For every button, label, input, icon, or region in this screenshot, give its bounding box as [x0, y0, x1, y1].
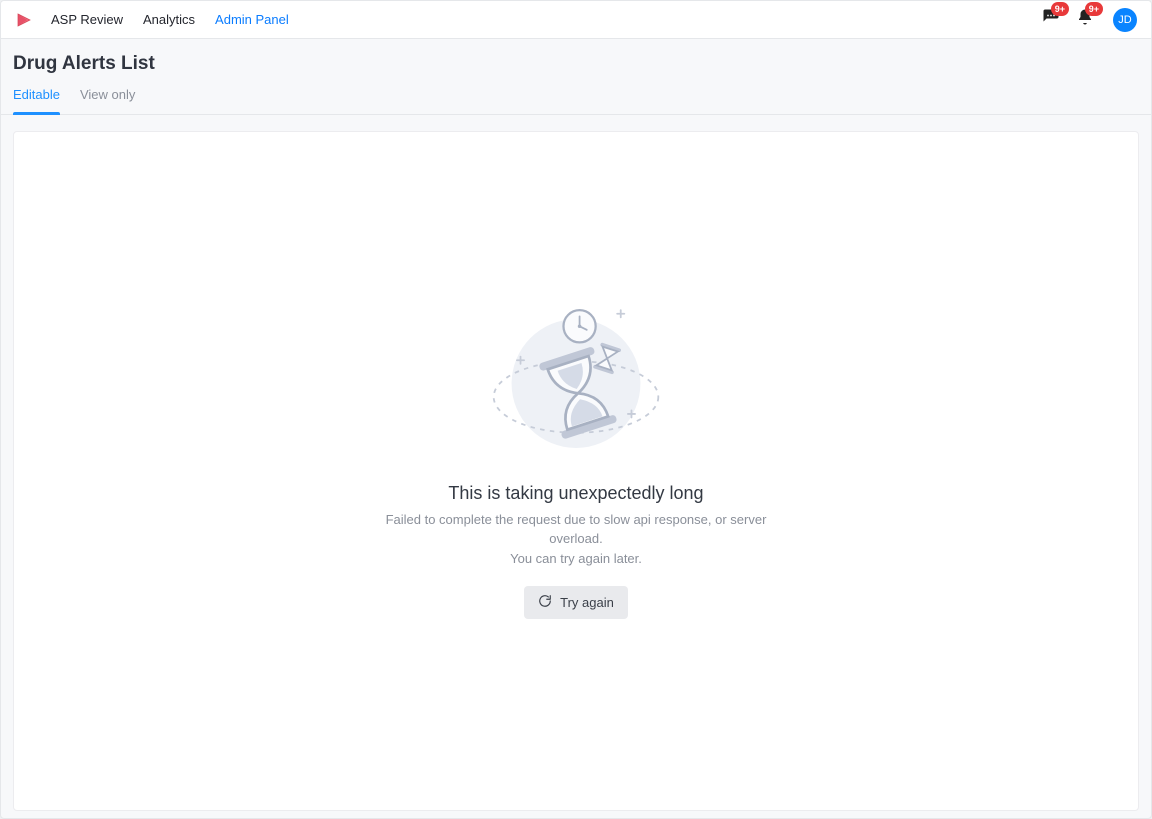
app-logo-icon — [15, 11, 33, 29]
avatar[interactable]: JD — [1113, 8, 1137, 32]
page-header: Drug Alerts List Editable View only — [1, 39, 1151, 115]
app-frame: ASP Review Analytics Admin Panel 9+ 9+ J… — [0, 0, 1152, 819]
error-subtitle: Failed to complete the request due to sl… — [366, 510, 786, 569]
nav-asp-review[interactable]: ASP Review — [51, 12, 123, 27]
messages-button[interactable]: 9+ — [1037, 6, 1065, 34]
try-again-button[interactable]: Try again — [524, 586, 628, 619]
messages-badge: 9+ — [1051, 2, 1069, 16]
tabs: Editable View only — [13, 87, 1139, 114]
error-title: This is taking unexpectedly long — [366, 483, 786, 504]
nav-admin-panel[interactable]: Admin Panel — [215, 12, 289, 27]
top-nav: ASP Review Analytics Admin Panel 9+ 9+ J… — [1, 1, 1151, 39]
notifications-badge: 9+ — [1085, 2, 1103, 16]
notifications-button[interactable]: 9+ — [1071, 6, 1099, 34]
nav-analytics[interactable]: Analytics — [143, 12, 195, 27]
content-area: This is taking unexpectedly long Failed … — [1, 115, 1151, 819]
page-title: Drug Alerts List — [13, 53, 1139, 75]
tab-view-only[interactable]: View only — [80, 87, 135, 114]
timeout-error-state: This is taking unexpectedly long Failed … — [346, 283, 806, 640]
try-again-label: Try again — [560, 595, 614, 610]
error-subtitle-line1: Failed to complete the request due to sl… — [386, 512, 767, 547]
hourglass-illustration-icon — [486, 303, 666, 473]
tab-editable[interactable]: Editable — [13, 87, 60, 114]
nav-links: ASP Review Analytics Admin Panel — [51, 12, 289, 27]
content-card: This is taking unexpectedly long Failed … — [13, 131, 1139, 811]
error-subtitle-line2: You can try again later. — [510, 551, 642, 566]
refresh-icon — [538, 594, 552, 611]
